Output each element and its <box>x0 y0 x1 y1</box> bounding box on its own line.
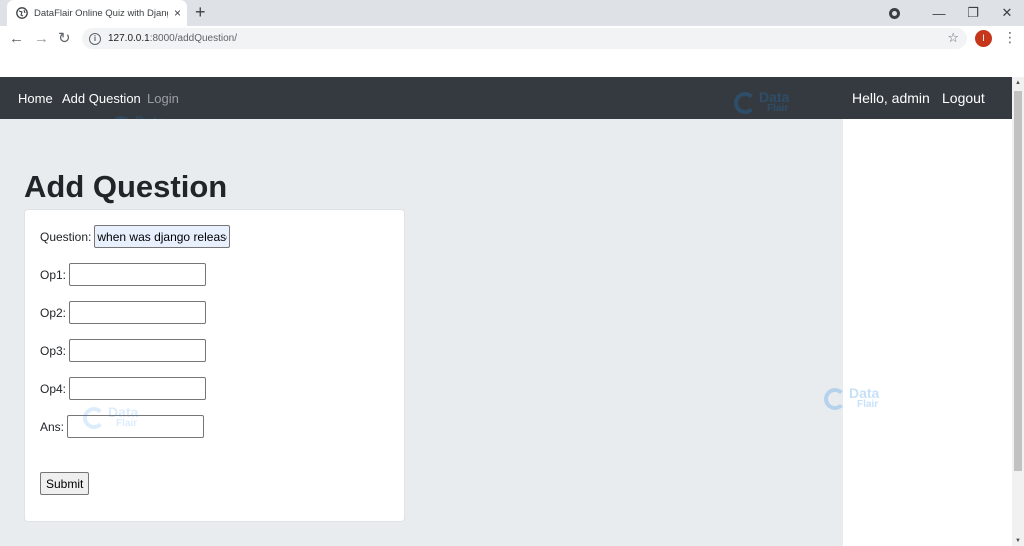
url-text: 127.0.0.1:8000/addQuestion/ <box>108 33 237 44</box>
profile-indicator-icon[interactable] <box>889 7 900 19</box>
op1-input[interactable] <box>69 263 207 286</box>
back-button[interactable]: ← <box>9 30 24 47</box>
browser-tab[interactable]: DataFlair Online Quiz with Django × <box>7 0 187 26</box>
watermark-text: DataFlair <box>759 89 790 114</box>
watermark-logo: DataFlair <box>83 404 139 430</box>
browser-menu-icon[interactable]: ⋮ <box>1003 29 1017 46</box>
op4-input[interactable] <box>69 377 207 400</box>
op3-label: Op3: <box>40 343 67 358</box>
page-viewport: Home Add Question Login Hello, admin Log… <box>0 77 1012 546</box>
op1-label: Op1: <box>40 267 67 282</box>
question-row: Question: <box>40 225 231 248</box>
nav-login-link[interactable]: Login <box>147 91 179 106</box>
tab-title: DataFlair Online Quiz with Django <box>34 7 168 19</box>
submit-button[interactable]: Submit <box>40 472 90 495</box>
watermark-text: DataFlair <box>849 385 880 410</box>
watermark-logo: DataFlair <box>734 89 790 115</box>
address-bar[interactable]: i 127.0.0.1:8000/addQuestion/ ☆ <box>82 28 967 49</box>
scrollbar-thumb[interactable] <box>1014 91 1022 471</box>
profile-avatar[interactable]: I <box>975 30 992 47</box>
new-tab-button[interactable]: + <box>195 3 206 21</box>
question-label: Question: <box>40 229 92 244</box>
nav-greeting[interactable]: Hello, admin <box>852 90 930 106</box>
restore-button[interactable]: ❐ <box>956 5 990 21</box>
bookmark-star-icon[interactable]: ☆ <box>947 30 959 46</box>
watermark-icon <box>734 92 756 114</box>
page-title: Add Question <box>24 169 228 204</box>
tab-strip: DataFlair Online Quiz with Django × + — … <box>0 0 1024 26</box>
site-navbar: Home Add Question Login Hello, admin Log… <box>0 77 1012 138</box>
scroll-down-arrow-icon[interactable]: ▼ <box>1015 538 1021 544</box>
op3-row: Op3: <box>40 339 207 362</box>
forward-button[interactable]: → <box>34 30 49 47</box>
op1-row: Op1: <box>40 263 207 286</box>
watermark-text: DataFlair <box>108 404 139 429</box>
watermark-icon <box>83 407 105 429</box>
info-icon[interactable]: i <box>89 32 101 45</box>
globe-icon <box>16 7 28 19</box>
browser-toolbar: ← → ↻ i 127.0.0.1:8000/addQuestion/ ☆ I … <box>0 26 1024 51</box>
reload-button[interactable]: ↻ <box>58 30 71 47</box>
ans-label: Ans: <box>40 419 65 434</box>
scroll-up-arrow-icon[interactable]: ▲ <box>1015 80 1021 86</box>
url-path: :8000/addQuestion/ <box>149 33 238 44</box>
op4-label: Op4: <box>40 381 67 396</box>
nav-home-link[interactable]: Home <box>18 91 53 106</box>
add-question-form: Question: Op1: Op2: Op3: Op4: Ans: Submi… <box>24 209 405 522</box>
nav-add-question-link[interactable]: Add Question <box>62 91 141 106</box>
op2-label: Op2: <box>40 305 67 320</box>
question-input[interactable] <box>94 225 231 248</box>
tab-close-icon[interactable]: × <box>174 7 181 19</box>
op3-input[interactable] <box>69 339 207 362</box>
op4-row: Op4: <box>40 377 207 400</box>
nav-logout-link[interactable]: Logout <box>942 90 985 106</box>
page-scrollbar[interactable]: ▲ ▼ <box>1012 77 1024 546</box>
op2-input[interactable] <box>69 301 207 324</box>
watermark-icon <box>824 388 846 410</box>
minimize-button[interactable]: — <box>922 6 956 21</box>
op2-row: Op2: <box>40 301 207 324</box>
window-controls: — ❐ ✕ <box>889 0 1024 26</box>
watermark-logo: DataFlair <box>824 385 880 411</box>
close-window-button[interactable]: ✕ <box>990 5 1024 21</box>
url-host: 127.0.0.1 <box>108 33 150 44</box>
